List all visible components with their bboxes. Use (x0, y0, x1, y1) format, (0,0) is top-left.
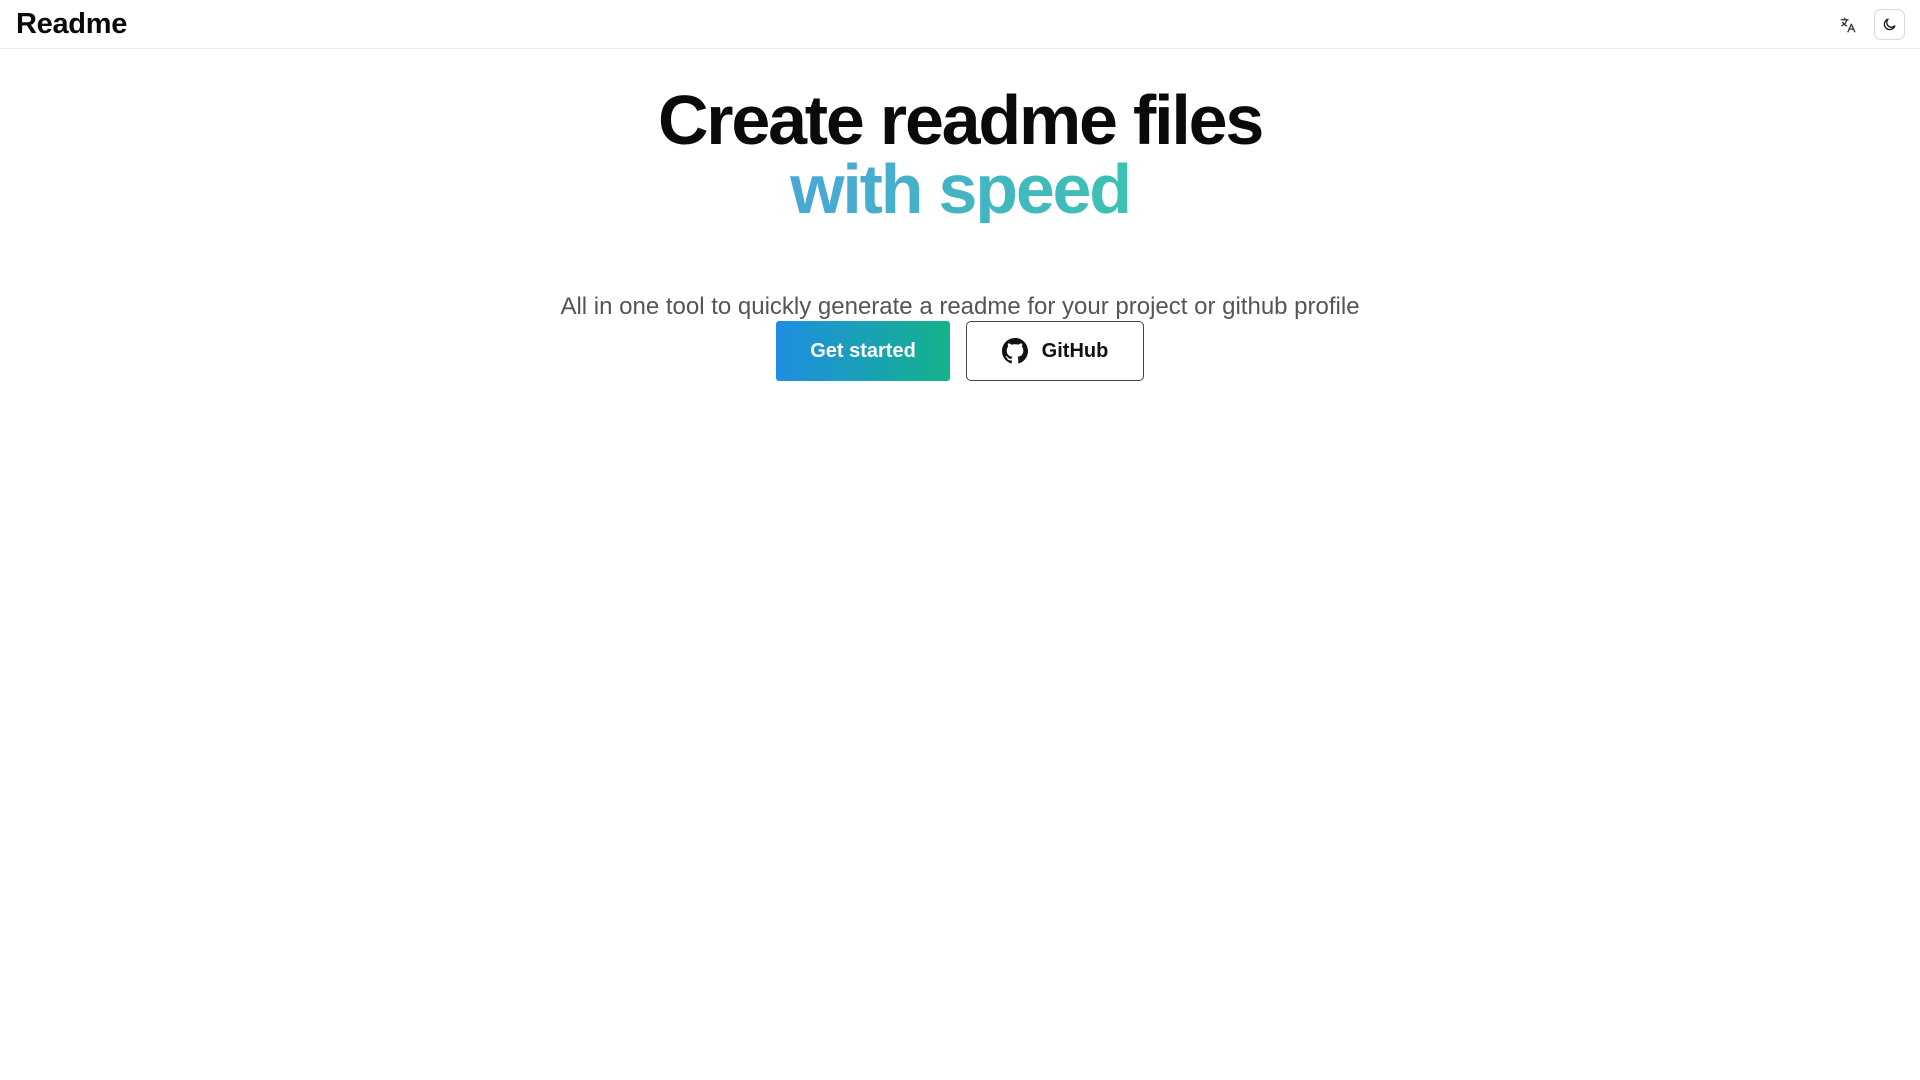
translate-icon (1839, 16, 1857, 34)
logo[interactable]: Readme (16, 6, 127, 42)
hero-actions: Get started GitHub (0, 321, 1920, 381)
top-bar: Readme (0, 0, 1920, 49)
headline-highlight: with speed (790, 150, 1132, 228)
github-icon (1001, 338, 1028, 364)
get-started-button[interactable]: Get started (776, 321, 950, 381)
page: Readme Create readme files with speed Al… (0, 0, 1920, 1080)
headline-line-1: Create readme files (657, 81, 1264, 159)
theme-toggle-button[interactable] (1874, 9, 1905, 40)
github-button-label: GitHub (1041, 339, 1109, 362)
headline-line-2: with speed (0, 150, 1920, 228)
moon-icon (1882, 17, 1897, 32)
language-button[interactable] (1832, 9, 1864, 41)
hero-subtitle: All in one tool to quickly generate a re… (560, 293, 1360, 320)
github-button[interactable]: GitHub (966, 321, 1144, 381)
hero: Create readme files with speed (0, 81, 1920, 228)
